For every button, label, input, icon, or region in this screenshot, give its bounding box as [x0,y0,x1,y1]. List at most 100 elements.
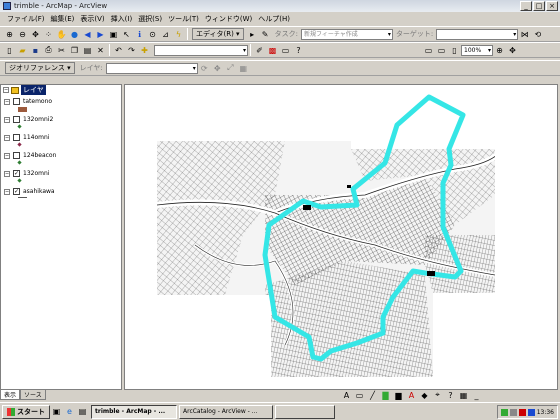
georeferencing-menu-button[interactable]: ジオリファレンス ▾ [5,62,75,74]
layer-visibility-checkbox[interactable]: ✓ [13,188,20,195]
collapse-icon[interactable]: − [3,87,9,93]
print-icon[interactable]: ⎙ [43,45,54,56]
menu-insert[interactable]: 挿入(I) [108,14,136,24]
save-disk-icon[interactable]: ▪ [30,45,41,56]
rotate-tool-icon[interactable]: ⟲ [532,29,543,40]
hyperlink-lightning-icon[interactable]: ϟ [173,29,184,40]
map-scale-select[interactable] [154,44,248,56]
draw-line-icon[interactable]: ╱ [367,390,378,401]
collapse-icon[interactable]: − [4,170,10,177]
font-color-icon[interactable]: A [406,390,417,401]
new-document-icon[interactable]: ▯ [4,45,15,56]
split-tool-icon[interactable]: ⋈ [519,29,530,40]
open-folder-icon[interactable]: ▰ [17,45,28,56]
menu-edit[interactable]: 編集(E) [48,14,78,24]
editor-menu-button[interactable]: エディタ(R) ▾ [192,28,244,40]
menu-file[interactable]: ファイル(F) [4,14,48,24]
tab-source[interactable]: ソース [20,390,46,400]
shift-georef-icon[interactable]: ✥ [212,63,223,74]
toc-layer-row[interactable]: − 132omni2 [4,115,53,124]
extension-icon[interactable]: ▦ [458,390,469,401]
layer-visibility-checkbox[interactable]: ✓ [13,170,20,177]
font-a-icon[interactable]: A [341,390,352,401]
line-color-icon[interactable]: ▆ [393,390,404,401]
fill-color-icon[interactable]: ▇ [380,390,391,401]
layer-visibility-checkbox[interactable] [13,152,20,159]
layout-zoom-icon[interactable]: ⊕ [494,45,505,56]
layer-visibility-checkbox[interactable] [13,134,20,141]
view-link-table-icon[interactable]: ▦ [238,63,249,74]
fixed-zoom-out-icon[interactable]: ⁘ [43,29,54,40]
menu-help[interactable]: ヘルプ(H) [255,14,293,24]
collapse-icon[interactable]: − [4,98,10,105]
layout-pan-icon[interactable]: ✥ [507,45,518,56]
tray-network-icon[interactable] [500,408,508,416]
editor-toolbar-icon[interactable]: ✐ [254,45,265,56]
task-arcmap[interactable]: trimble - ArcMap - ... [91,404,177,419]
find-binoculars-icon[interactable]: ⊙ [147,29,158,40]
rotate-georef-icon[interactable]: ⟳ [199,63,210,74]
collapse-icon[interactable]: − [4,134,10,141]
task-arccatalog[interactable]: ArcCatalog - ArcView - ... [179,404,273,419]
toc-layer-row[interactable]: − 114omni [4,133,49,142]
toc-layer-row[interactable]: − ✓ 132omni [4,169,49,178]
draw-rectangle-icon[interactable]: ▭ [354,390,365,401]
paste-icon[interactable]: ▤ [82,45,93,56]
toc-layer-row[interactable]: − 124beacon [4,151,56,160]
collapse-icon[interactable]: − [4,188,10,195]
zoom-in-icon[interactable]: ⊕ [4,29,15,40]
tray-ime-icon[interactable] [527,408,535,416]
collapse-icon[interactable]: − [4,116,10,123]
menu-selection[interactable]: 選択(S) [135,14,165,24]
identify-icon[interactable]: ℹ [134,29,145,40]
tray-antivirus-icon[interactable] [518,408,526,416]
fixed-zoom-in-icon[interactable]: ✥ [30,29,41,40]
sketch-pencil-icon[interactable]: ✎ [260,29,271,40]
map-view[interactable] [124,84,558,390]
minimize-button[interactable]: _ [520,1,532,11]
quicklaunch-ie-icon[interactable]: e [64,406,75,417]
gps-icon[interactable]: ⌖ [432,390,443,401]
forward-arrow-icon[interactable]: ▶ [95,29,106,40]
arctoolbox-icon[interactable]: ▩ [267,45,278,56]
tab-display[interactable]: 表示 [0,390,21,400]
task-other[interactable] [275,404,335,419]
page-icon[interactable]: ▯ [449,45,460,56]
help-icon[interactable]: ? [445,390,456,401]
layout-view-icon[interactable]: ▭ [423,45,434,56]
collapse-icon[interactable]: − [4,152,10,159]
back-arrow-icon[interactable]: ◀ [82,29,93,40]
maximize-button[interactable]: □ [533,1,545,11]
zoom-percent-select[interactable]: 100% [461,44,493,56]
toc-layer-row[interactable]: − ✓ asahikawa [4,187,55,196]
quicklaunch-explorer-icon[interactable]: ▤ [77,406,88,417]
menu-window[interactable]: ウィンドウ(W) [202,14,255,24]
toc-layer-row[interactable]: − tatemono [4,97,52,106]
whats-this-help-icon[interactable]: ? [293,45,304,56]
add-data-icon[interactable]: ✚ [139,45,150,56]
quicklaunch-desktop-icon[interactable]: ▣ [51,406,62,417]
menu-view[interactable]: 表示(V) [77,14,107,24]
marker-color-icon[interactable]: ◆ [419,390,430,401]
cut-icon[interactable]: ✂ [56,45,67,56]
start-button[interactable]: スタート [2,404,50,419]
tray-volume-icon[interactable] [509,408,517,416]
redo-icon[interactable]: ↷ [126,45,137,56]
data-view-icon[interactable]: ▭ [436,45,447,56]
toc-root[interactable]: − レイヤ [1,85,121,95]
target-select[interactable] [436,28,519,40]
copy-icon[interactable]: ❐ [69,45,80,56]
measure-icon[interactable]: ⊿ [160,29,171,40]
command-line-icon[interactable]: ▭ [280,45,291,56]
close-button[interactable]: × [546,1,558,11]
select-elements-arrow-icon[interactable]: ↖ [121,29,132,40]
edit-tool-arrow-icon[interactable]: ▸ [247,29,258,40]
zoom-out-icon[interactable]: ⊖ [17,29,28,40]
minimize-small-icon[interactable]: _ [471,390,482,401]
georef-layer-select[interactable] [105,62,198,74]
pan-hand-icon[interactable]: ✋ [56,29,67,40]
full-extent-globe-icon[interactable]: ● [69,29,80,40]
task-select[interactable]: 新規フィーチャ作成 [300,28,393,40]
layer-visibility-checkbox[interactable] [13,116,20,123]
layer-visibility-checkbox[interactable] [13,98,20,105]
